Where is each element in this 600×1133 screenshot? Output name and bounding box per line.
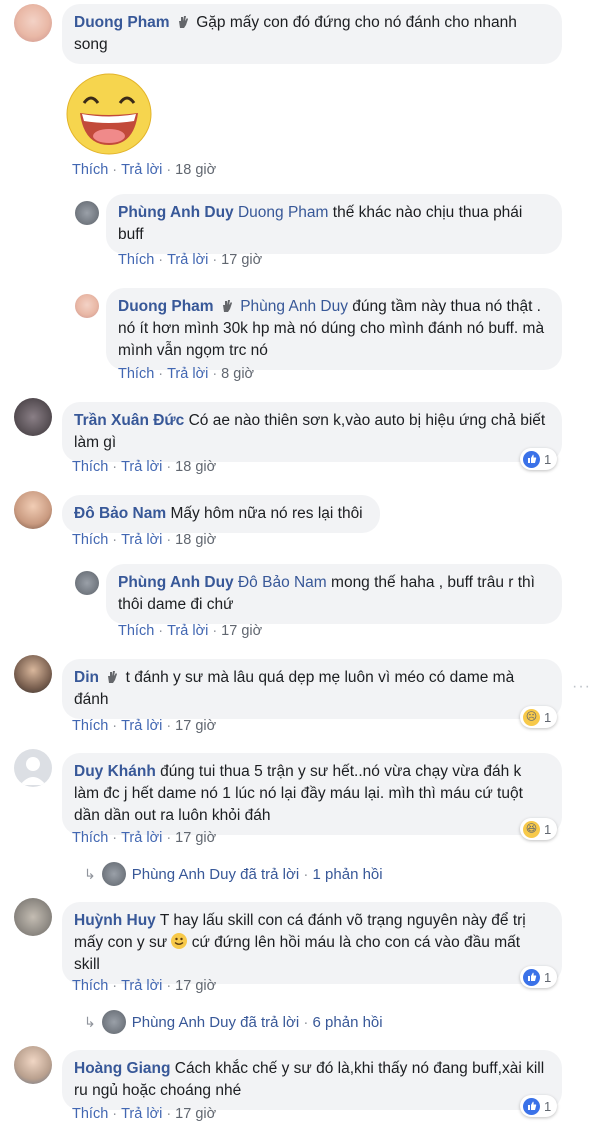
- like-button[interactable]: Thích: [72, 1106, 108, 1122]
- tagged-name[interactable]: Duong Pham: [238, 204, 328, 221]
- tagged-name[interactable]: Đô Bảo Nam: [238, 574, 327, 591]
- commenter-name[interactable]: Duong Pham: [118, 298, 214, 315]
- comment-bubble: Din t đánh y sư mà lâu quá dẹp mẹ luôn v…: [62, 659, 562, 719]
- comment-time[interactable]: 17 giờ: [221, 252, 262, 268]
- reply-arrow-icon: ↳: [84, 1013, 96, 1030]
- like-button[interactable]: Thích: [72, 532, 108, 548]
- reply-button[interactable]: Trả lời: [121, 162, 162, 178]
- reply-button[interactable]: Trả lời: [121, 830, 162, 846]
- comment-bubble: Huỳnh Huy T hay lấu skill con cá đánh võ…: [62, 902, 562, 984]
- reply-button[interactable]: Trả lời: [121, 532, 162, 548]
- like-reaction-icon: [523, 450, 540, 468]
- reply-button[interactable]: Trả lời: [121, 718, 162, 734]
- comment-actions: Thích · Trả lời · 18 giờ: [72, 162, 217, 178]
- commenter-name[interactable]: Duy Khánh: [74, 763, 156, 780]
- avatar: [101, 1010, 126, 1034]
- like-reaction-icon: [523, 1097, 540, 1115]
- commenter-name[interactable]: Đô Bảo Nam: [74, 505, 166, 522]
- commenter-name[interactable]: Din: [74, 669, 99, 686]
- reply-button[interactable]: Trả lời: [121, 1106, 162, 1122]
- comment-actions: Thích · Trả lời · 18 giờ: [72, 532, 217, 548]
- avatar[interactable]: [14, 1046, 52, 1084]
- commenter-name[interactable]: Huỳnh Huy: [74, 912, 156, 929]
- commenter-name[interactable]: Hoàng Giang: [74, 1060, 170, 1077]
- like-button[interactable]: Thích: [118, 252, 154, 268]
- comment-actions: Thích · Trả lời · 18 giờ: [72, 459, 217, 475]
- like-button[interactable]: Thích: [72, 718, 108, 734]
- avatar[interactable]: [75, 294, 99, 318]
- comment-bubble: Duong Pham Phùng Anh Duy đúng tầm này th…: [106, 288, 562, 370]
- comment-bubble: Phùng Anh Duy Đô Bảo Nam mong thế haha ,…: [106, 564, 562, 624]
- avatar[interactable]: [14, 655, 52, 693]
- commenter-name[interactable]: Phùng Anh Duy: [118, 574, 234, 591]
- tagged-name[interactable]: Phùng Anh Duy: [240, 298, 348, 315]
- avatar[interactable]: [75, 201, 99, 225]
- reaction-count[interactable]: 1: [520, 966, 558, 988]
- reaction-count[interactable]: 1: [520, 1095, 558, 1117]
- comment-time[interactable]: 17 giờ: [175, 830, 216, 846]
- comment-actions: Thích · Trả lời · 17 giờ: [118, 623, 263, 639]
- comment-bubble: Phùng Anh Duy Duong Pham thế khác nào ch…: [106, 194, 562, 254]
- commenter-name[interactable]: Trần Xuân Đức: [74, 412, 184, 429]
- comment-bubble: Đô Bảo Nam Mấy hôm nữa nó res lại thôi: [62, 495, 380, 533]
- comment-actions: Thích · Trả lời · 17 giờ: [72, 978, 217, 994]
- default-avatar-icon: [20, 757, 46, 785]
- comment-actions: Thích · Trả lời · 17 giờ: [72, 718, 217, 734]
- comment-text: t đánh y sư mà lâu quá dẹp mẹ luôn vì mé…: [74, 669, 515, 708]
- comment-time[interactable]: 17 giờ: [175, 718, 216, 734]
- hand-badge-icon: [178, 16, 188, 28]
- haha-reaction-icon: 😆: [523, 820, 540, 838]
- reply-arrow-icon: ↳: [84, 865, 96, 882]
- view-replies-link[interactable]: ↳ Phùng Anh Duy đã trả lời · 1 phản hồi: [84, 862, 383, 886]
- comment-time[interactable]: 18 giờ: [175, 532, 216, 548]
- hand-badge-icon: [222, 300, 232, 312]
- comment-time[interactable]: 17 giờ: [175, 1106, 216, 1122]
- like-reaction-icon: [523, 968, 540, 986]
- reply-button[interactable]: Trả lời: [167, 623, 208, 639]
- comment-bubble: Duy Khánh đúng tui thua 5 trận y sư hết.…: [62, 753, 562, 835]
- comment-time[interactable]: 17 giờ: [175, 978, 216, 994]
- comment-actions: Thích · Trả lời · 8 giờ: [118, 366, 255, 382]
- comment-bubble: Trần Xuân Đức Có ae nào thiên sơn k,vào …: [62, 402, 562, 462]
- reply-button[interactable]: Trả lời: [121, 459, 162, 475]
- reply-button[interactable]: Trả lời: [167, 252, 208, 268]
- avatar[interactable]: [14, 4, 52, 42]
- comment-actions: Thích · Trả lời · 17 giờ: [118, 252, 263, 268]
- avatar[interactable]: [75, 571, 99, 595]
- reply-button[interactable]: Trả lời: [167, 366, 208, 382]
- avatar[interactable]: [14, 491, 52, 529]
- hand-badge-icon: [108, 671, 118, 683]
- avatar[interactable]: [14, 398, 52, 436]
- like-button[interactable]: Thích: [118, 366, 154, 382]
- view-replies-link[interactable]: ↳ Phùng Anh Duy đã trả lời · 6 phản hồi: [84, 1010, 383, 1034]
- commenter-name[interactable]: Duong Pham: [74, 14, 170, 31]
- avatar[interactable]: [14, 898, 52, 936]
- reaction-count[interactable]: ☹ 1: [520, 706, 558, 728]
- reaction-count[interactable]: 😆 1: [520, 818, 558, 840]
- comment-time[interactable]: 17 giờ: [221, 623, 262, 639]
- laughing-sticker: [66, 73, 152, 155]
- like-button[interactable]: Thích: [72, 830, 108, 846]
- comment-actions: Thích · Trả lời · 17 giờ: [72, 830, 217, 846]
- comment-time[interactable]: 8 giờ: [221, 366, 254, 382]
- reaction-count[interactable]: 1: [520, 448, 558, 470]
- comment-bubble: Duong Pham Gặp mấy con đó đứng cho nó đá…: [62, 4, 562, 64]
- like-button[interactable]: Thích: [72, 978, 108, 994]
- smile-emoji-icon: [171, 933, 188, 949]
- comment-text: Mấy hôm nữa nó res lại thôi: [170, 505, 363, 522]
- avatar: [101, 862, 126, 886]
- avatar[interactable]: [14, 749, 52, 787]
- sad-reaction-icon: ☹: [523, 708, 540, 726]
- like-button[interactable]: Thích: [72, 162, 108, 178]
- like-button[interactable]: Thích: [72, 459, 108, 475]
- comment-time[interactable]: 18 giờ: [175, 459, 216, 475]
- reply-button[interactable]: Trả lời: [121, 978, 162, 994]
- comment-actions: Thích · Trả lời · 17 giờ: [72, 1106, 217, 1122]
- comment-time[interactable]: 18 giờ: [175, 162, 216, 178]
- comment-bubble: Hoàng Giang Cách khắc chế y sư đó là,khi…: [62, 1050, 562, 1110]
- commenter-name[interactable]: Phùng Anh Duy: [118, 204, 234, 221]
- more-options-icon[interactable]: ···: [572, 678, 591, 696]
- like-button[interactable]: Thích: [118, 623, 154, 639]
